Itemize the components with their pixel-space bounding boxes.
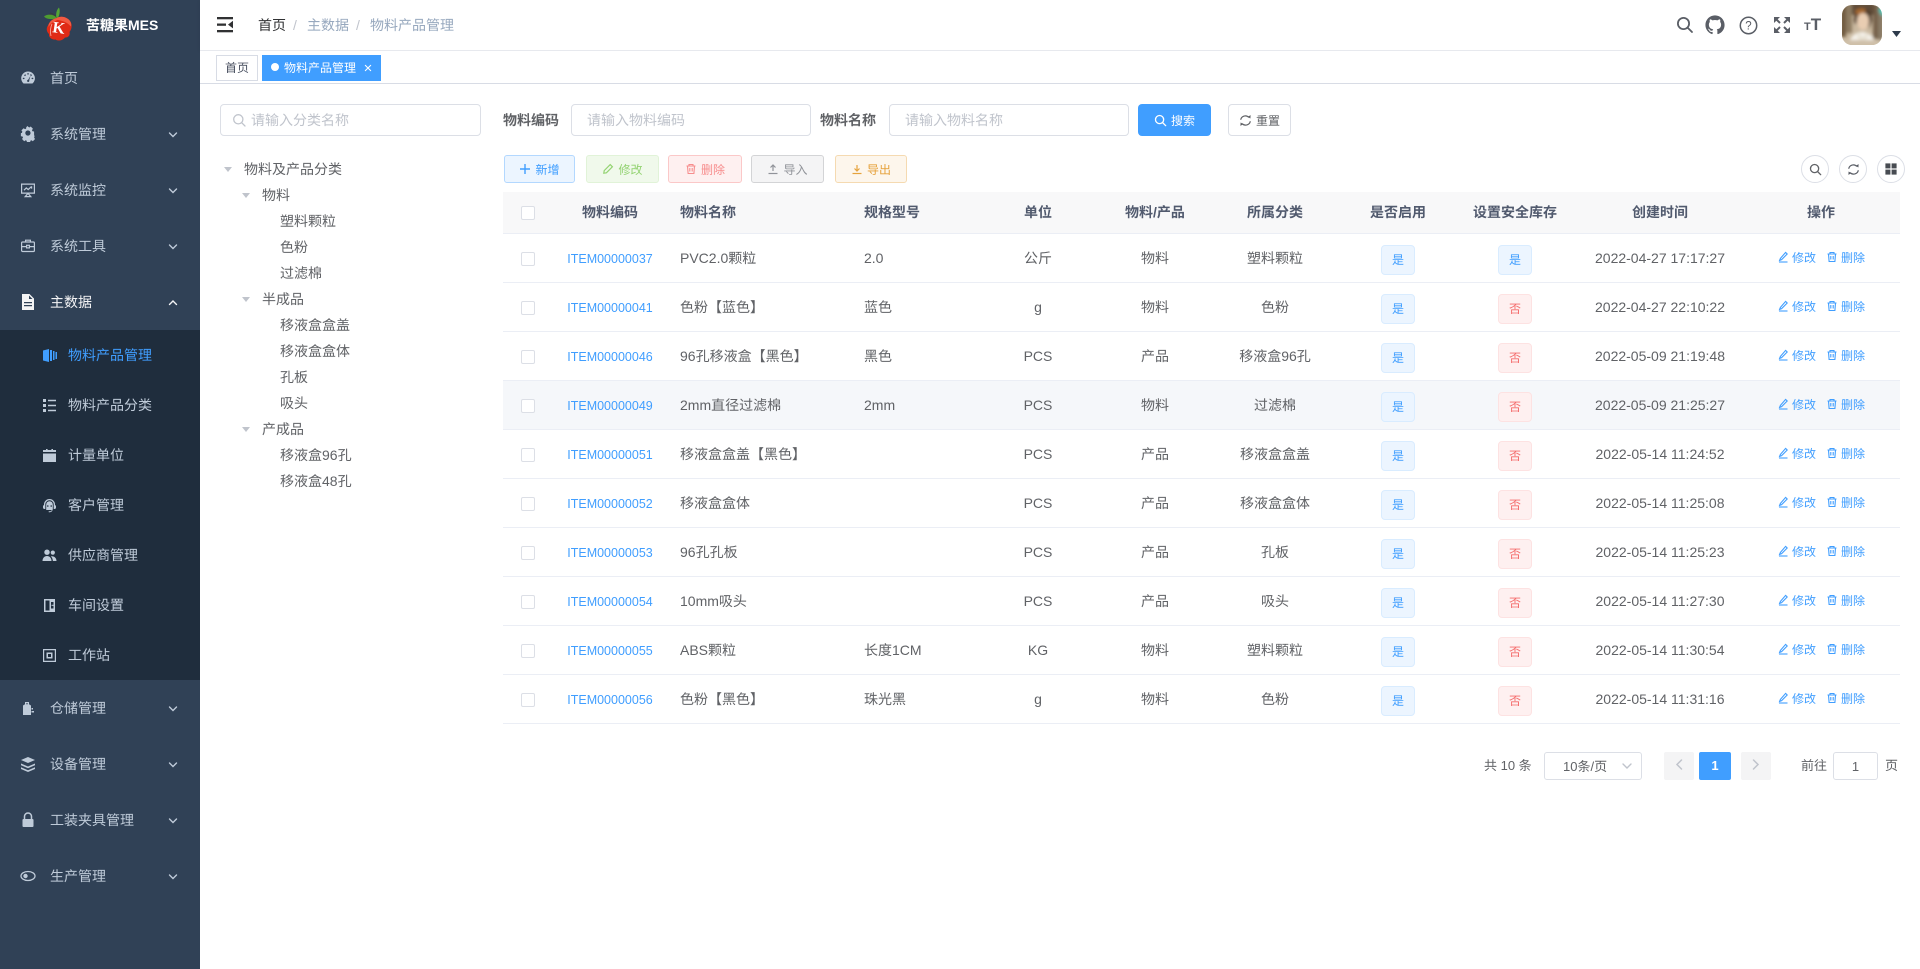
svg-text:?: ? [1745,21,1751,33]
